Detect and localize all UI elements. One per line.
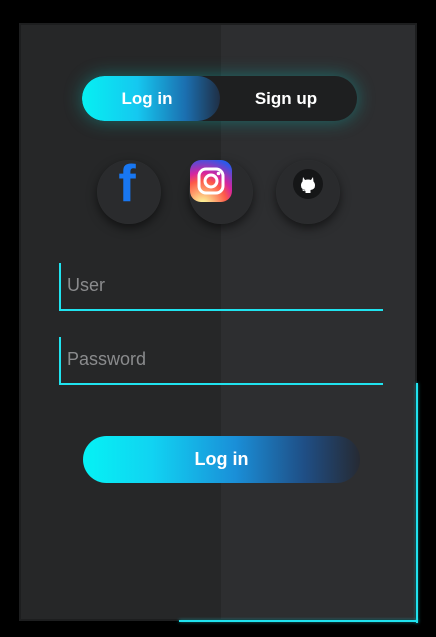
github-login-button[interactable] — [276, 160, 340, 224]
accent-border-right — [416, 383, 418, 623]
auth-mode-toggle: Log in Sign up — [82, 76, 357, 121]
accent-border-bottom — [179, 620, 418, 622]
signup-tab[interactable]: Sign up — [220, 76, 352, 121]
user-input[interactable] — [67, 263, 367, 307]
login-tab[interactable]: Log in — [82, 76, 212, 121]
password-field — [59, 337, 383, 385]
github-icon — [293, 169, 323, 199]
instagram-login-button[interactable] — [189, 160, 253, 224]
instagram-icon — [190, 160, 232, 202]
user-field — [59, 263, 383, 311]
facebook-icon: f — [118, 155, 136, 213]
login-submit-button[interactable]: Log in — [83, 436, 360, 483]
facebook-login-button[interactable]: f — [97, 155, 161, 224]
password-input[interactable] — [67, 337, 367, 381]
